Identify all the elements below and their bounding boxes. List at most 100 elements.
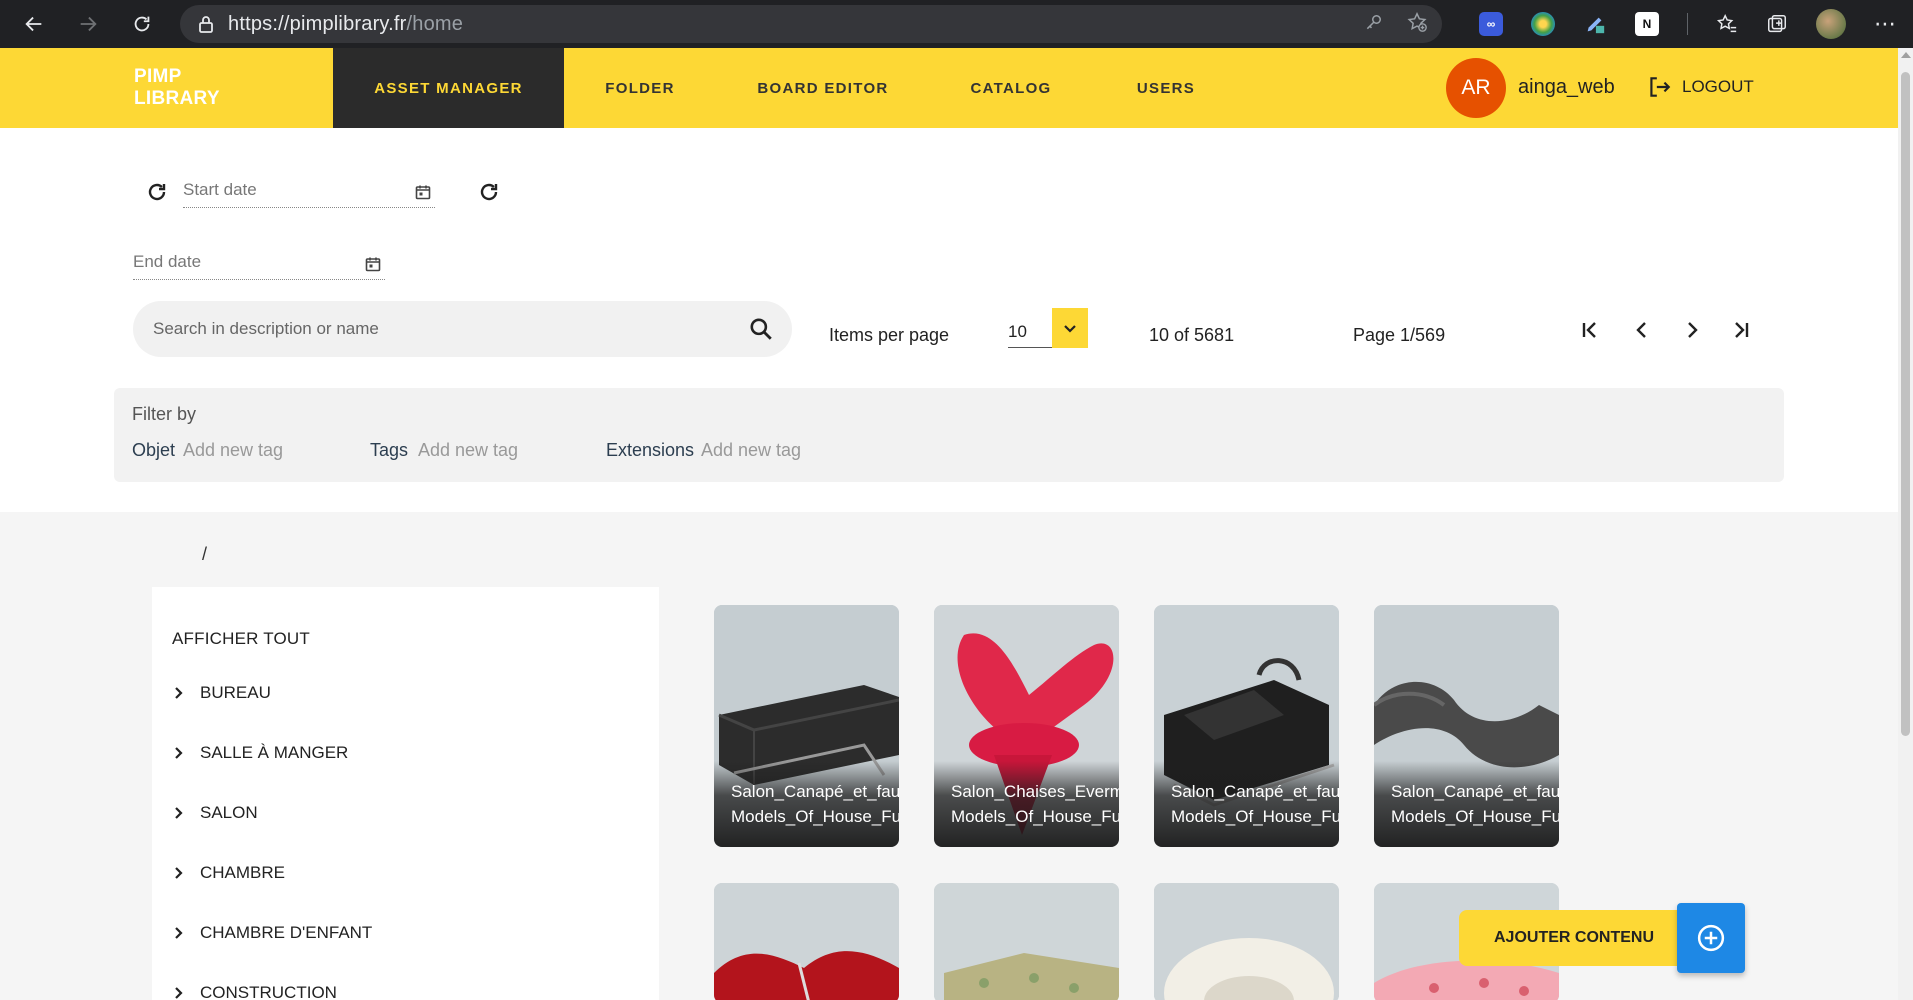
address-bar[interactable]: https://pimplibrary.fr/home	[180, 5, 1442, 43]
chevron-right-icon	[172, 806, 186, 820]
asset-card[interactable]: Salon_Chaises_Evermotion Models_Of_House…	[934, 605, 1119, 847]
extension-pen-icon[interactable]	[1583, 12, 1607, 36]
sidebar-item-label: CHAMBRE D'ENFANT	[200, 923, 373, 942]
filter-box: Filter by Objet Add new tag Tags Add new…	[114, 388, 1784, 482]
sidebar-item-label: BUREAU	[200, 683, 271, 702]
chevron-right-icon	[172, 926, 186, 940]
tab-board-editor[interactable]: BOARD EDITOR	[742, 48, 904, 128]
tags-tag-input[interactable]: Add new tag	[418, 440, 518, 461]
reload-icon	[134, 16, 150, 32]
logout-button[interactable]: LOGOUT	[1646, 74, 1754, 100]
add-favorite-icon[interactable]	[1406, 11, 1428, 38]
tab-users[interactable]: USERS	[1110, 48, 1222, 128]
breadcrumb[interactable]: /	[202, 544, 207, 565]
asset-category: Models_Of_House_Furniture	[731, 807, 899, 826]
asset-name: Salon_Canapé_et_fauteuils	[1171, 782, 1339, 801]
key-icon[interactable]	[1364, 12, 1384, 37]
start-date-placeholder: Start date	[183, 180, 257, 199]
search-icon[interactable]	[748, 316, 774, 342]
show-all-link[interactable]: AFFICHER TOUT	[172, 629, 310, 649]
add-content-fab[interactable]	[1677, 903, 1745, 973]
last-page-icon[interactable]	[1729, 318, 1753, 342]
chevron-down-icon[interactable]	[1052, 308, 1088, 348]
sidebar-item-salon[interactable]: SALON	[172, 798, 258, 828]
first-page-icon[interactable]	[1578, 318, 1602, 342]
lock-icon	[198, 15, 214, 33]
asset-card[interactable]	[1154, 883, 1339, 1000]
category-sidebar: AFFICHER TOUT BUREAU SALLE À MANGER SALO…	[152, 587, 659, 1000]
end-date-refresh-icon[interactable]	[477, 180, 501, 204]
extension-globe-icon[interactable]	[1531, 12, 1555, 36]
add-content-label: AJOUTER CONTENU	[1494, 929, 1655, 946]
extension-notion-icon[interactable]: N	[1635, 12, 1659, 36]
arrow-right-icon	[80, 16, 97, 32]
sidebar-item-label: CHAMBRE	[200, 863, 286, 882]
results-count: 10 of 5681	[1149, 325, 1235, 345]
scroll-up-arrow-icon[interactable]	[1901, 52, 1911, 58]
items-per-page-select[interactable]: 10	[1008, 308, 1088, 348]
asset-card[interactable]	[934, 883, 1119, 1000]
profile-avatar[interactable]	[1816, 9, 1846, 39]
sidebar-item-chambre[interactable]: CHAMBRE	[172, 858, 285, 888]
filter-panel: Start date End date Search in descriptio…	[0, 128, 1898, 512]
tab-catalog[interactable]: CATALOG	[946, 48, 1076, 128]
floral-sofa-thumbnail	[934, 883, 1119, 1000]
objet-tag-input[interactable]: Add new tag	[183, 440, 283, 461]
sidebar-item-chambre-enfant[interactable]: CHAMBRE D'ENFANT	[172, 918, 372, 948]
tags-label: Tags	[370, 440, 409, 460]
items-per-page-value: 10	[1008, 322, 1027, 341]
forward-button[interactable]	[68, 4, 108, 44]
add-content-button[interactable]: AJOUTER CONTENU	[1459, 910, 1689, 966]
filter-by-label: Filter by	[132, 404, 197, 424]
tab-folder[interactable]: FOLDER	[580, 48, 700, 128]
sidebar-item-label: SALON	[200, 803, 258, 822]
more-menu-icon[interactable]: ⋯	[1874, 11, 1897, 37]
url-text: https://pimplibrary.fr/home	[228, 13, 463, 36]
next-page-icon[interactable]	[1680, 318, 1704, 342]
toolbar-separator	[1687, 13, 1688, 35]
user-avatar[interactable]: AR	[1446, 58, 1506, 118]
extensions-label: Extensions	[606, 440, 695, 460]
end-date-field[interactable]: End date	[133, 248, 385, 280]
objet-label: Objet	[132, 440, 176, 460]
logout-label: LOGOUT	[1682, 77, 1754, 96]
asset-card[interactable]	[714, 883, 899, 1000]
reload-button[interactable]	[122, 4, 162, 44]
favorites-icon[interactable]	[1716, 13, 1738, 35]
sidebar-item-label: SALLE À MANGER	[200, 743, 349, 762]
search-input[interactable]: Search in description or name	[133, 301, 792, 357]
sidebar-item-salle-a-manger[interactable]: SALLE À MANGER	[172, 738, 348, 768]
calendar-icon[interactable]	[415, 184, 431, 200]
extensions-tag-input[interactable]: Add new tag	[701, 440, 801, 461]
asset-caption: Salon_Canapé_et_fauteuils Models_Of_Hous…	[731, 779, 899, 829]
calendar-icon[interactable]	[365, 256, 381, 272]
app-logo[interactable]: PIMP LIBRARY	[134, 66, 220, 110]
asset-category: Models_Of_House_Furniture	[1391, 807, 1559, 826]
sidebar-item-label: CONSTRUCTION	[200, 983, 337, 1000]
red-sofa-thumbnail	[714, 883, 899, 1000]
asset-card[interactable]: Salon_Canapé_et_fauteuils Models_Of_Hous…	[714, 605, 899, 847]
sidebar-item-construction[interactable]: CONSTRUCTION	[172, 978, 337, 1000]
page-indicator: Page 1/569	[1353, 325, 1446, 345]
url-path: /home	[406, 12, 464, 35]
extension-meet-icon[interactable]: ∞	[1479, 12, 1503, 36]
tab-asset-manager[interactable]: ASSET MANAGER	[333, 48, 564, 128]
start-date-field[interactable]: Start date	[183, 176, 435, 208]
scroll-thumb[interactable]	[1901, 72, 1910, 736]
page-scrollbar[interactable]	[1898, 48, 1913, 1000]
back-button[interactable]	[14, 4, 54, 44]
app-header: PIMP LIBRARY ASSET MANAGER FOLDER BOARD …	[0, 48, 1898, 128]
logo-line2: LIBRARY	[134, 88, 220, 109]
white-round-sofa-thumbnail	[1154, 883, 1339, 1000]
asset-caption: Salon_Chaises_Evermotion Models_Of_House…	[951, 779, 1119, 829]
arrow-left-icon	[25, 16, 42, 32]
previous-page-icon[interactable]	[1630, 318, 1654, 342]
start-date-refresh-icon[interactable]	[145, 180, 169, 204]
asset-category: Models_Of_House_Furniture	[1171, 807, 1339, 826]
asset-card[interactable]: Salon_Canapé_et_fauteuils Models_Of_Hous…	[1154, 605, 1339, 847]
collections-icon[interactable]	[1766, 13, 1788, 35]
items-per-page-label: Items per page	[829, 325, 950, 345]
sidebar-item-bureau[interactable]: BUREAU	[172, 678, 271, 708]
asset-card[interactable]: Salon_Canapé_et_fauteuils Models_Of_Hous…	[1374, 605, 1559, 847]
logo-line1: PIMP	[134, 66, 182, 87]
